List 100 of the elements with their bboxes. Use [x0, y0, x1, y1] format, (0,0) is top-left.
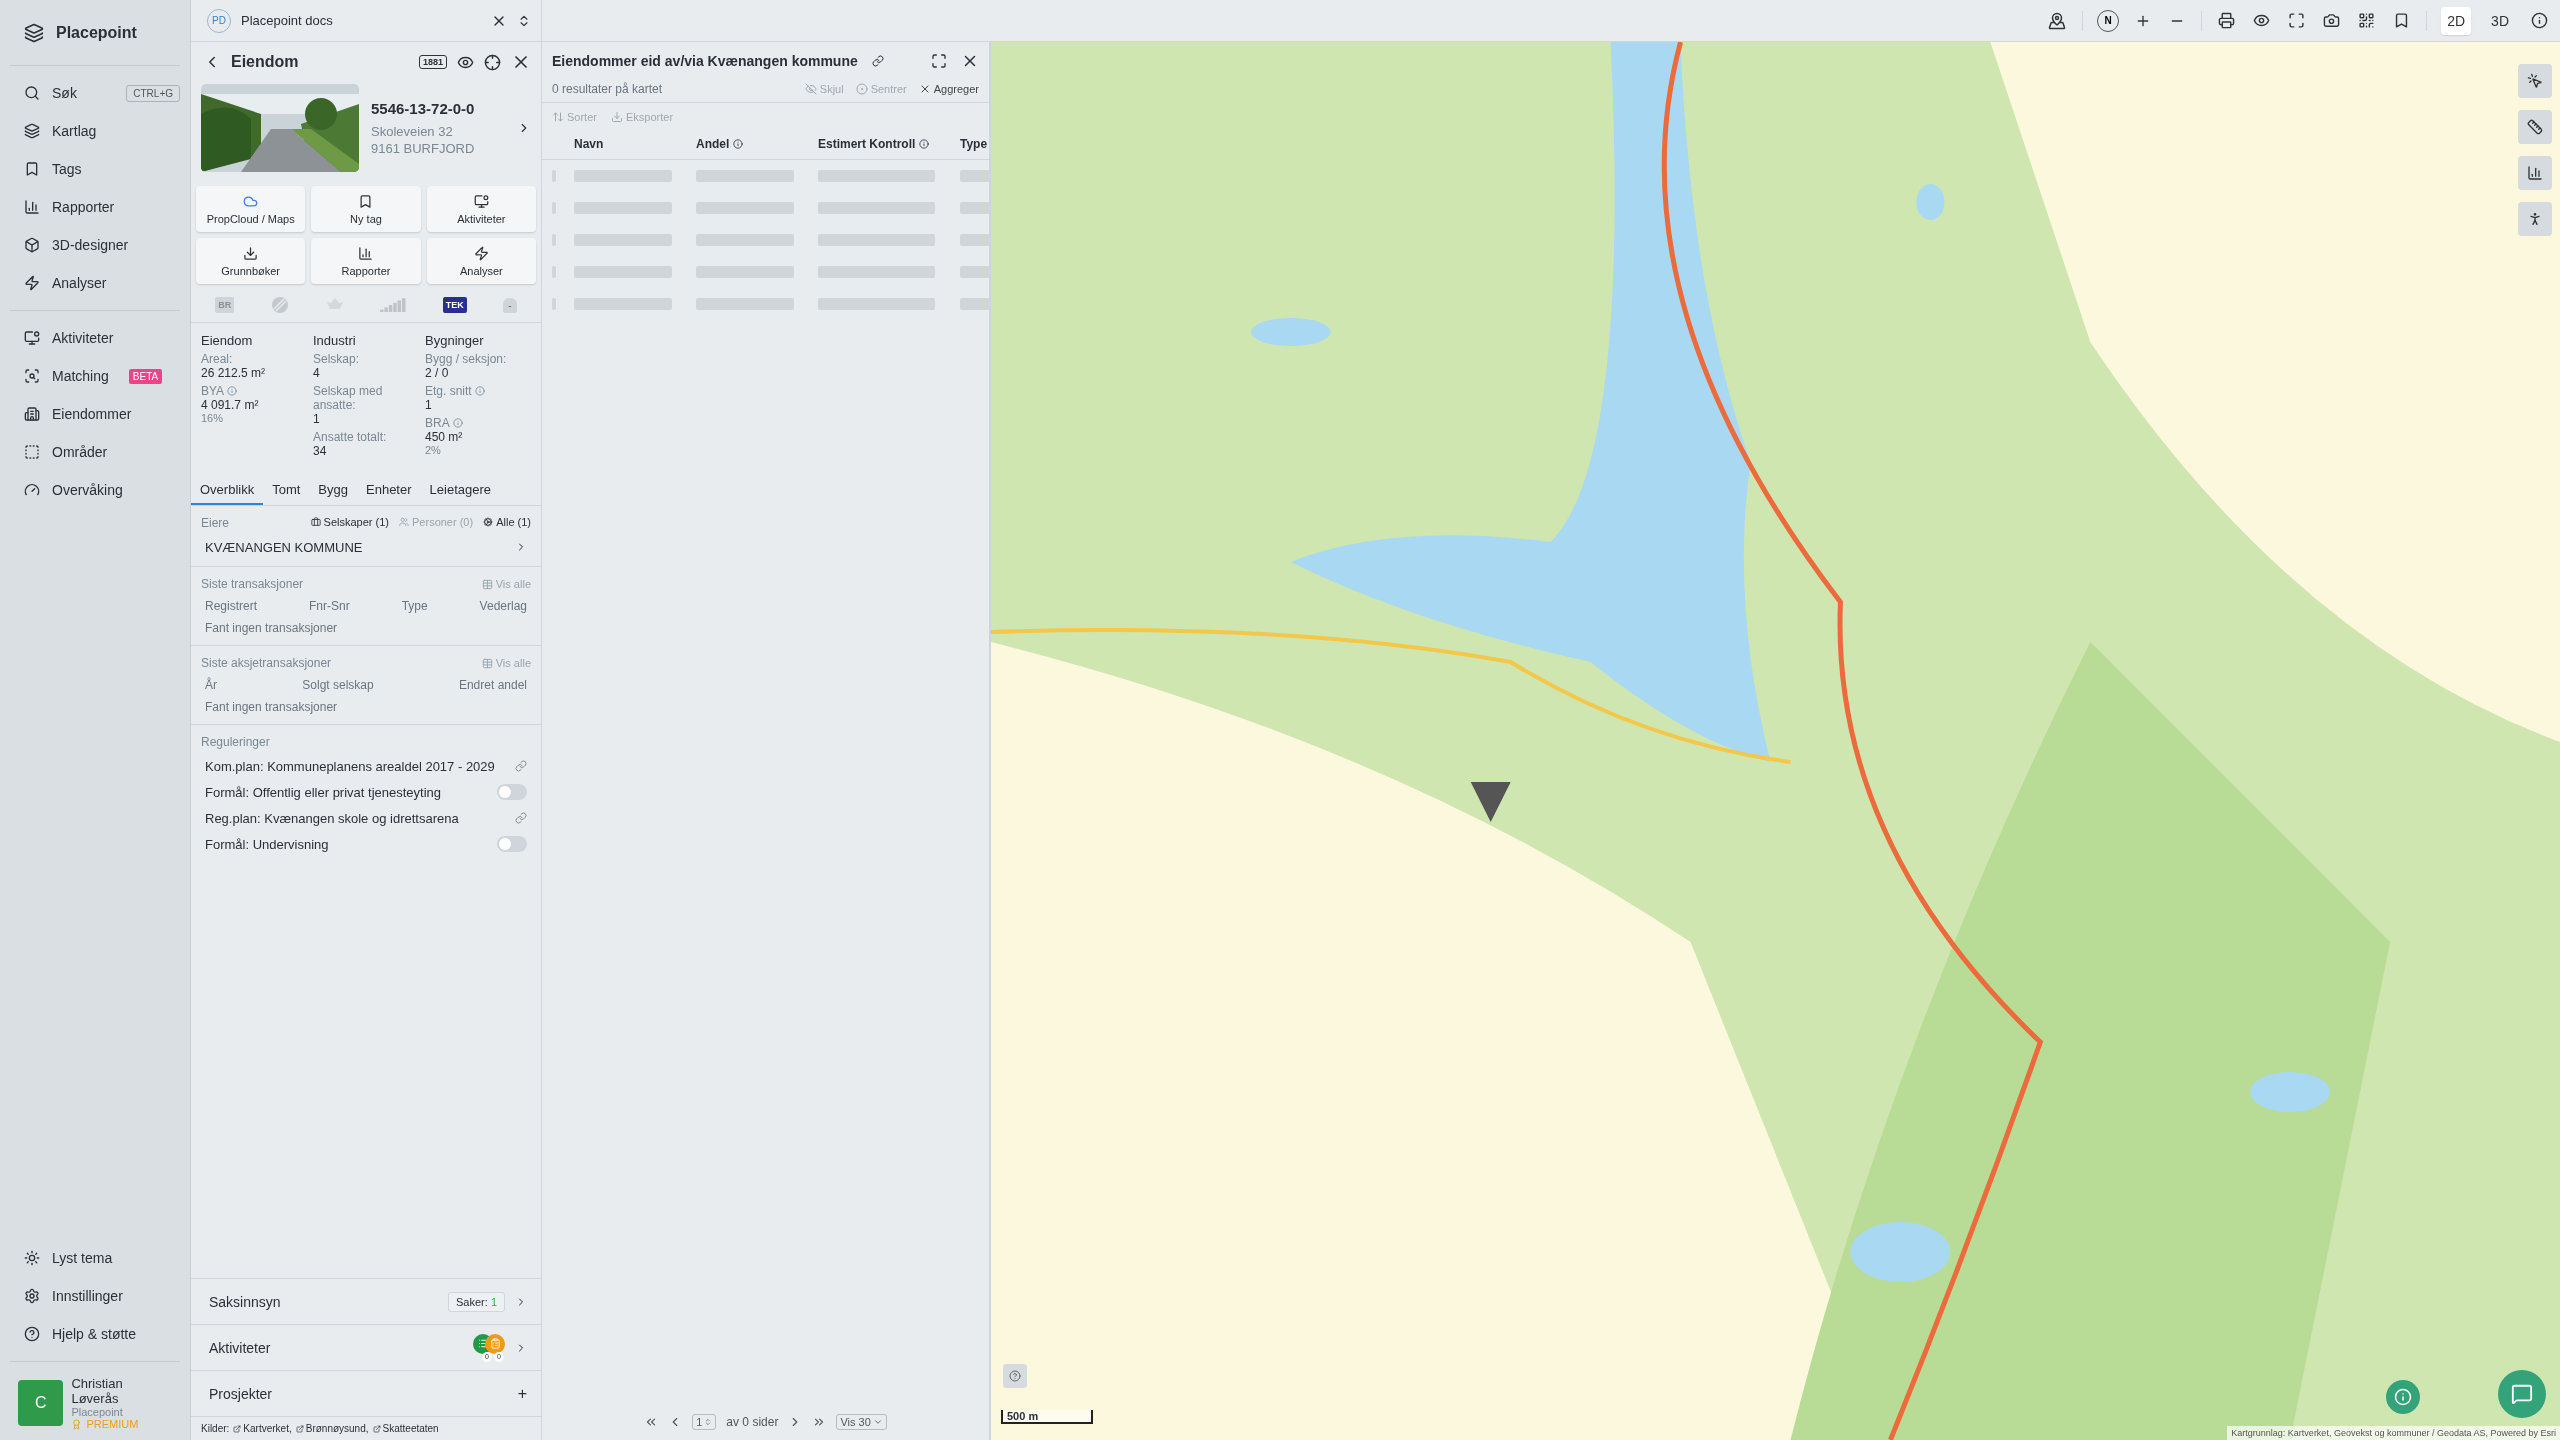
nav-item[interactable]: Tags: [10, 150, 180, 188]
info-icon[interactable]: [2529, 10, 2550, 31]
column-header[interactable]: Navn: [574, 137, 604, 151]
stats-heading: Bygninger: [425, 333, 485, 348]
tab[interactable]: Enheter: [357, 476, 421, 505]
tab[interactable]: Overblikk: [191, 476, 264, 505]
section-title: Aktiviteter: [209, 1339, 272, 1356]
bar-chart-icon: [358, 245, 374, 261]
table-icon: [481, 578, 493, 590]
column-header: Solgt selskap: [302, 678, 374, 692]
page-size-select[interactable]: Vis 30: [836, 1414, 887, 1430]
link-icon[interactable]: [871, 55, 884, 67]
bookmark-icon: [358, 193, 374, 209]
action-button[interactable]: Analyser: [426, 238, 536, 284]
select-tool-icon[interactable]: [2518, 64, 2552, 98]
owner-name[interactable]: KVÆNANGEN KOMMUNE: [205, 539, 363, 555]
lightning-icon: [473, 245, 489, 261]
page-count: av 0 sider: [726, 1415, 779, 1429]
regulation-text: Formål: Offentlig eller privat tjenesteyting: [205, 784, 442, 800]
stat-percent: 2%: [425, 444, 442, 456]
scan-search-icon: [24, 368, 40, 384]
walking-person-icon[interactable]: [2518, 202, 2552, 236]
ruler-icon[interactable]: [2518, 110, 2552, 144]
source-logo[interactable]: TEK: [442, 297, 467, 313]
nav-item[interactable]: Eiendommer: [10, 395, 180, 433]
download-icon: [243, 245, 259, 261]
nav-item[interactable]: Lyst tema: [10, 1239, 180, 1277]
empty-message: Fant ingen transaksjoner: [204, 699, 339, 716]
action-button[interactable]: Ny tag: [311, 186, 421, 232]
cube-icon: [24, 237, 40, 253]
tab[interactable]: Leietagere: [420, 476, 500, 505]
monitor-icon: [24, 330, 40, 346]
results-count: 0 resultater på kartet: [552, 82, 664, 96]
nav-item[interactable]: 3D-designer: [10, 226, 180, 264]
action-button[interactable]: PropCloud / Maps: [196, 186, 306, 232]
column-header[interactable]: Andel: [696, 137, 730, 151]
nav-item[interactable]: Analyser: [10, 264, 180, 302]
help-icon: [24, 1326, 40, 1342]
help-icon[interactable]: [1003, 1364, 1027, 1388]
toggle-switch[interactable]: [497, 784, 527, 800]
directory-badge[interactable]: 1881: [418, 55, 447, 69]
nav-item[interactable]: Søk CTRL+G: [10, 74, 180, 112]
caret-icon: [872, 1417, 883, 1427]
add-symbol[interactable]: +: [517, 1384, 527, 1403]
property-id: 5546-13-72-0-0: [371, 99, 476, 117]
dashed-square-icon: [24, 444, 40, 460]
nav-item[interactable]: Aktiviteter: [10, 319, 180, 357]
section-label: Eiere: [201, 516, 229, 530]
nav-item[interactable]: Områder: [10, 433, 180, 471]
table-icon: [481, 657, 493, 669]
section-row[interactable]: Prosjekter +: [191, 1370, 541, 1416]
user-org: Placepoint: [71, 1406, 124, 1418]
stat-percent: 16%: [201, 412, 225, 424]
stepper-icon: [704, 1418, 713, 1426]
building-icon: [24, 406, 40, 422]
section-label: Reguleringer: [201, 735, 270, 749]
regulation-text: Formål: Undervisning: [205, 836, 329, 852]
view-mode-toggle[interactable]: 2D: [2441, 6, 2472, 35]
stat-value: 4: [313, 366, 321, 380]
nav-item[interactable]: Hjelp & støtte: [10, 1315, 180, 1353]
bar-chart-icon[interactable]: [2518, 156, 2552, 190]
source-link[interactable]: Kartverket,: [233, 1423, 292, 1434]
stat-label: Etg. snitt: [425, 384, 472, 398]
workspace-name: Placepoint docs: [241, 13, 334, 28]
award-icon: [71, 1418, 83, 1430]
source-link[interactable]: Skatteetaten: [372, 1423, 439, 1434]
nav-item[interactable]: Matching BETA: [10, 357, 180, 395]
fullscreen-icon[interactable]: [931, 53, 947, 69]
nav-item[interactable]: Innstillinger: [10, 1277, 180, 1315]
user-name: Christian Løverås: [71, 1376, 124, 1406]
owner-filter[interactable]: Alle (1): [483, 516, 531, 528]
action-button[interactable]: Rapporter: [311, 238, 421, 284]
monitor-icon: [473, 193, 489, 209]
regulation-text: Reg.plan: Kvænangen skole og idrettsarena: [205, 810, 459, 826]
shortcut-hint: CTRL+G: [126, 84, 180, 102]
result-action[interactable]: Aggreger: [918, 83, 979, 95]
regulation-text: Kom.plan: Kommuneplanens arealdel 2017 - 2029: [205, 758, 495, 774]
nav-item[interactable]: Overvåking: [10, 471, 180, 509]
briefcase-icon: [310, 517, 321, 527]
nav-item[interactable]: Kartlag: [10, 112, 180, 150]
column-header[interactable]: Estimert Kontroll: [818, 137, 916, 151]
tab[interactable]: Tomt: [263, 476, 310, 505]
view-mode-toggle[interactable]: 3D: [2485, 6, 2515, 35]
action-button[interactable]: Grunnbøker: [196, 238, 306, 284]
user-avatar[interactable]: C: [18, 1380, 64, 1426]
action-button[interactable]: Aktiviteter: [426, 186, 536, 232]
section-row[interactable]: Saksinnsyn Saker: 1: [191, 1278, 541, 1324]
owner-filter[interactable]: Selskaper (1): [310, 516, 389, 528]
stat-label: BRA: [425, 416, 450, 430]
source-link[interactable]: Brønnøysund,: [295, 1423, 369, 1434]
house-logo[interactable]: -: [503, 297, 517, 313]
page-field[interactable]: 1: [692, 1414, 717, 1430]
tab[interactable]: Bygg: [309, 476, 357, 505]
crosshair-icon[interactable]: [484, 53, 501, 71]
stat-label: Selskap med ansatte:: [313, 384, 384, 412]
people-icon: [399, 517, 409, 527]
column-header[interactable]: Type: [960, 137, 988, 151]
toggle-switch[interactable]: [497, 836, 527, 852]
column-header: Vederlag: [479, 599, 527, 613]
nav-item[interactable]: Rapporter: [10, 188, 180, 226]
